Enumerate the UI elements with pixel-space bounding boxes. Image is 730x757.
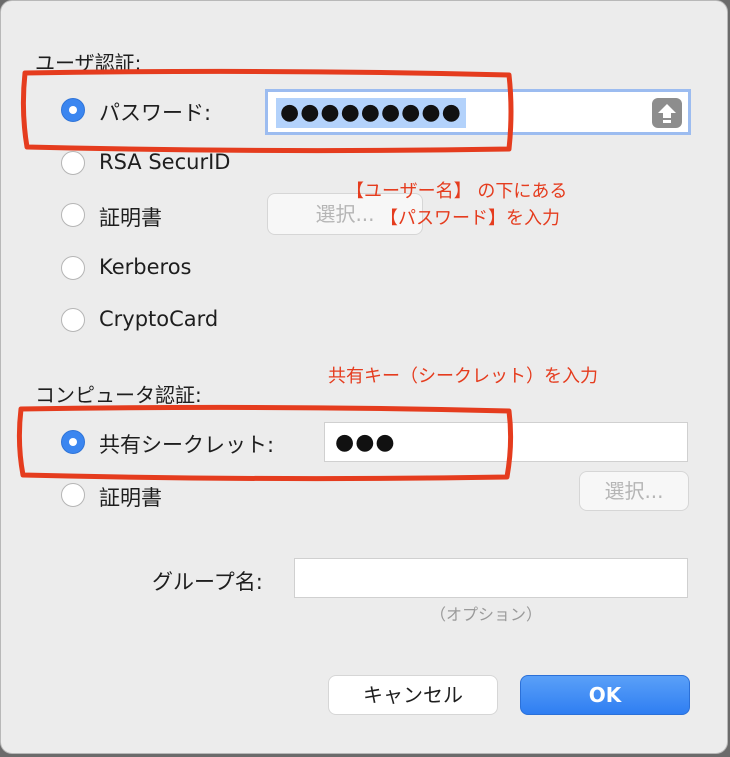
annotation-password-line2: 【パスワード】を入力 (380, 208, 560, 229)
annotation-shared-secret: 共有キー（シークレット）を入力 (328, 366, 598, 387)
computer-certificate-label: 証明書 (99, 486, 162, 510)
computer-certificate-select-button[interactable]: 選択... (579, 471, 689, 511)
group-name-hint: （オプション） (430, 605, 543, 624)
password-field[interactable]: ●●●●●●●●● (265, 89, 691, 135)
rsa-securid-label: RSA SecurID (99, 150, 231, 174)
user-certificate-label: 証明書 (99, 206, 162, 230)
password-radio[interactable] (61, 98, 85, 122)
kerberos-label: Kerberos (99, 255, 192, 279)
group-name-field[interactable] (294, 558, 688, 598)
shared-secret-label: 共有シークレット: (99, 433, 275, 457)
caps-lock-icon (652, 98, 682, 128)
shared-secret-value: ●●● (335, 430, 396, 455)
shared-secret-radio[interactable] (61, 430, 85, 454)
cancel-button[interactable]: キャンセル (328, 675, 498, 715)
password-value: ●●●●●●●●● (276, 98, 466, 128)
group-name-label: グループ名: (152, 570, 263, 594)
computer-auth-heading: コンピュータ認証: (35, 383, 202, 407)
ok-button[interactable]: OK (520, 675, 690, 715)
annotation-password-line1: 【ユーザー名】 の下にある (346, 181, 568, 202)
rsa-securid-radio[interactable] (61, 151, 85, 175)
vpn-auth-dialog: ユーザ認証: パスワード: ●●●●●●●●● RSA SecurID 証明書 … (0, 0, 728, 754)
computer-certificate-radio[interactable] (61, 483, 85, 507)
user-certificate-radio[interactable] (61, 203, 85, 227)
password-label: パスワード: (99, 101, 212, 125)
cryptocard-label: CryptoCard (99, 307, 219, 331)
kerberos-radio[interactable] (61, 256, 85, 280)
shared-secret-field[interactable]: ●●● (324, 422, 688, 462)
cryptocard-radio[interactable] (61, 308, 85, 332)
user-auth-heading: ユーザ認証: (35, 51, 142, 75)
